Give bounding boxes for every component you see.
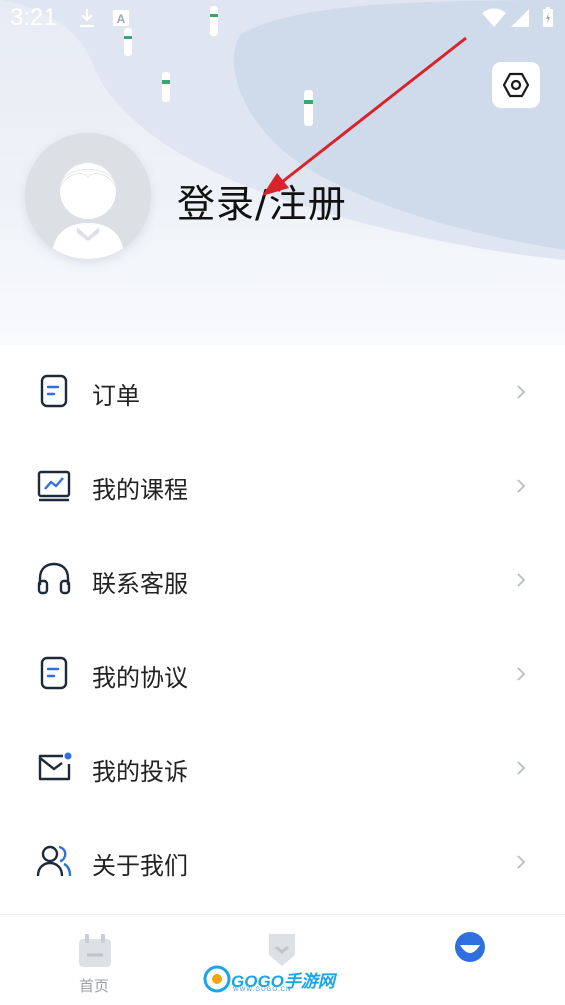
menu-item-label: 联系客服 (92, 570, 188, 598)
menu-item-my-complaints[interactable]: 我的投诉 (0, 721, 565, 815)
status-time: 3:21 (10, 4, 57, 31)
document-icon (40, 374, 68, 408)
login-register-link[interactable]: 登录/注册 (177, 173, 347, 228)
download-icon (80, 9, 94, 28)
menu-item-label: 关于我们 (92, 852, 188, 880)
menu-item-orders[interactable]: 订单 (0, 345, 565, 439)
menu-item-label: 订单 (92, 382, 140, 410)
pole-marker (162, 72, 170, 102)
menu-item-contact-support[interactable]: 联系客服 (0, 533, 565, 627)
wifi-icon (482, 8, 506, 27)
chevron-right-icon (517, 667, 526, 681)
default-avatar-icon (25, 133, 151, 259)
mail-icon (38, 752, 72, 781)
menu-list: 订单 我的课程 联系客服 我的协议 我的投诉 关于我们 (0, 345, 565, 909)
chevron-right-icon (517, 573, 526, 587)
chevron-right-icon (517, 761, 526, 775)
settings-hex-icon (503, 72, 529, 98)
watermark-swirl-icon (203, 965, 231, 993)
menu-item-my-agreements[interactable]: 我的协议 (0, 627, 565, 721)
document-icon (40, 656, 68, 690)
menu-item-label: 我的协议 (92, 664, 188, 692)
calendar-icon (79, 934, 111, 967)
chevron-right-icon (517, 479, 526, 493)
pole-marker (304, 90, 313, 126)
avatar[interactable] (25, 133, 151, 259)
headset-icon (37, 562, 71, 595)
menu-item-label: 我的课程 (92, 476, 188, 504)
profile-icon (455, 932, 485, 962)
settings-button[interactable] (492, 62, 540, 108)
watermark-logo: GOGO手游网 WWW.GOGO.CN (203, 963, 353, 997)
menu-item-label: 我的投诉 (92, 758, 188, 786)
tab-profile[interactable] (376, 915, 564, 1005)
svg-text:A: A (117, 12, 126, 26)
chart-icon (37, 470, 71, 502)
battery-icon (543, 7, 553, 27)
watermark-subtext: WWW.GOGO.CN (233, 987, 292, 993)
tab-home[interactable]: 首页 (0, 915, 188, 1005)
menu-item-about-us[interactable]: 关于我们 (0, 815, 565, 909)
chevron-right-icon (517, 855, 526, 869)
tab-label: 首页 (78, 977, 109, 995)
people-icon (36, 845, 72, 877)
keyboard-a-icon: A (113, 10, 129, 26)
menu-item-my-courses[interactable]: 我的课程 (0, 439, 565, 533)
signal-icon (511, 9, 529, 27)
chevron-right-icon (517, 385, 526, 399)
status-bar: 3:21 A (0, 0, 565, 38)
